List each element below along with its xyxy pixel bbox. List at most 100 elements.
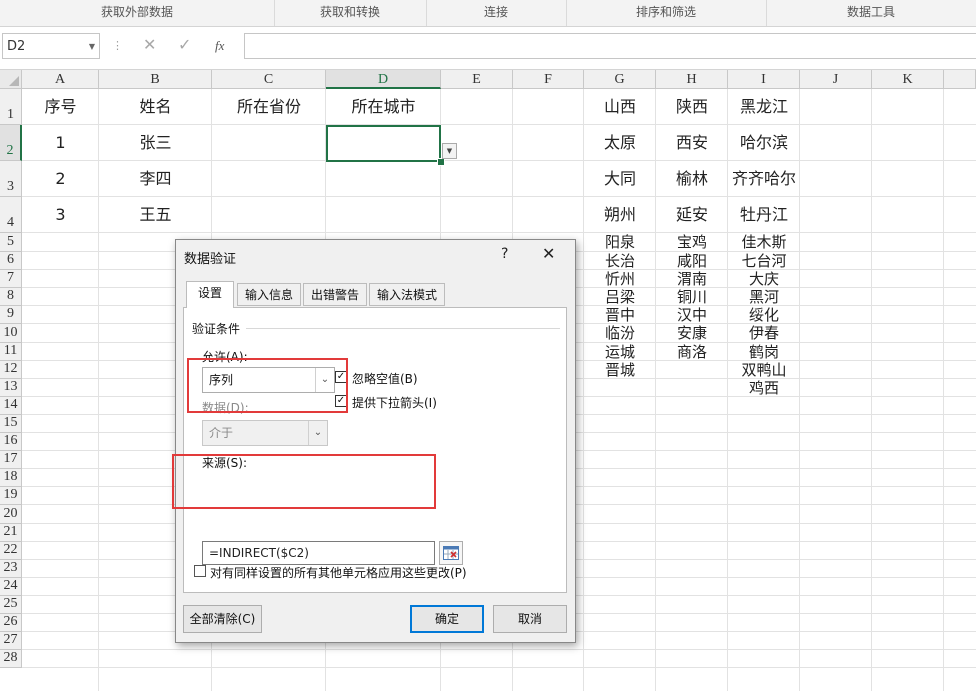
cell-i1[interactable]: 黑龙江 (728, 89, 800, 125)
chevron-down-icon[interactable]: ⌄ (315, 368, 334, 392)
row-header-18[interactable]: 18 (0, 469, 22, 487)
ribbon-group-data-tools[interactable]: 数据工具 (766, 0, 976, 26)
cell-h2[interactable]: 西安 (656, 125, 728, 161)
cell-h1[interactable]: 陕西 (656, 89, 728, 125)
cell-i3[interactable]: 齐齐哈尔 (728, 161, 800, 197)
cell-g4[interactable]: 朔州 (584, 197, 656, 233)
cell-g3[interactable]: 大同 (584, 161, 656, 197)
column-header-k[interactable]: K (872, 70, 944, 89)
cell-i8[interactable]: 黑河 (728, 288, 800, 306)
cell-i11[interactable]: 鹤岗 (728, 343, 800, 361)
tab-settings[interactable]: 设置 (186, 281, 234, 308)
fill-handle[interactable] (437, 158, 445, 166)
allow-select[interactable]: 序列 ⌄ (202, 367, 335, 393)
cell-c1[interactable]: 所在省份 (212, 89, 326, 125)
cell-h10[interactable]: 安康 (656, 324, 728, 343)
row-header-10[interactable]: 10 (0, 324, 22, 343)
cell-b4[interactable]: 王五 (99, 197, 212, 233)
row-header-12[interactable]: 12 (0, 361, 22, 379)
cell-g11[interactable]: 运城 (584, 343, 656, 361)
row-header-15[interactable]: 15 (0, 415, 22, 433)
column-header-d[interactable]: D (326, 70, 441, 89)
row-header-6[interactable]: 6 (0, 252, 22, 270)
row-header-7[interactable]: 7 (0, 270, 22, 288)
cell-a1[interactable]: 序号 (22, 89, 99, 125)
active-cell-d2[interactable] (326, 125, 441, 162)
cell-i6[interactable]: 七台河 (728, 252, 800, 270)
cell-g1[interactable]: 山西 (584, 89, 656, 125)
column-header-f[interactable]: F (513, 70, 584, 89)
cell-a3[interactable]: 2 (22, 161, 99, 197)
cell-g8[interactable]: 吕梁 (584, 288, 656, 306)
row-header-5[interactable]: 5 (0, 233, 22, 252)
clear-all-button[interactable]: 全部清除(C) (183, 605, 262, 633)
row-header-16[interactable]: 16 (0, 433, 22, 451)
cell-dropdown-arrow-icon[interactable]: ▼ (442, 143, 457, 159)
row-header-19[interactable]: 19 (0, 487, 22, 505)
row-header-1[interactable]: 1 (0, 89, 22, 125)
close-icon[interactable]: ✕ (542, 244, 555, 263)
cancel-icon[interactable]: ✕ (143, 35, 156, 54)
ribbon-group-connections[interactable]: 连接 (426, 0, 567, 26)
column-header-b[interactable]: B (99, 70, 212, 89)
cell-a2[interactable]: 1 (22, 125, 99, 161)
apply-all-label[interactable]: 对有同样设置的所有其他单元格应用这些更改(P) (210, 564, 467, 581)
row-header-25[interactable]: 25 (0, 596, 22, 614)
cell-b1[interactable]: 姓名 (99, 89, 212, 125)
row-header-24[interactable]: 24 (0, 578, 22, 596)
column-header-overflow[interactable] (944, 70, 976, 89)
ribbon-group-get-external-data[interactable]: 获取外部数据 (0, 0, 275, 26)
cell-b2[interactable]: 张三 (99, 125, 212, 161)
ribbon-group-get-transform[interactable]: 获取和转换 (274, 0, 427, 26)
formula-input[interactable] (244, 33, 976, 59)
apply-all-checkbox[interactable] (194, 565, 206, 577)
in-cell-dropdown-checkbox[interactable]: ✓ (335, 395, 347, 407)
column-header-g[interactable]: G (584, 70, 656, 89)
cell-g10[interactable]: 临汾 (584, 324, 656, 343)
cancel-button[interactable]: 取消 (493, 605, 567, 633)
chevron-down-icon[interactable]: ▼ (89, 34, 95, 60)
drag-handle-icon[interactable]: ⋮ (112, 39, 123, 52)
row-header-11[interactable]: 11 (0, 343, 22, 361)
row-header-17[interactable]: 17 (0, 451, 22, 469)
cell-b3[interactable]: 李四 (99, 161, 212, 197)
cell-h7[interactable]: 渭南 (656, 270, 728, 288)
cell-h8[interactable]: 铜川 (656, 288, 728, 306)
name-box[interactable]: D2 ▼ (2, 33, 100, 59)
row-header-3[interactable]: 3 (0, 161, 22, 197)
row-header-27[interactable]: 27 (0, 632, 22, 650)
cell-g6[interactable]: 长治 (584, 252, 656, 270)
row-header-22[interactable]: 22 (0, 542, 22, 560)
cell-h3[interactable]: 榆林 (656, 161, 728, 197)
collapse-dialog-button[interactable] (439, 541, 463, 565)
tab-error-alert[interactable]: 出错警告 (303, 283, 367, 306)
column-header-c[interactable]: C (212, 70, 326, 89)
row-header-4[interactable]: 4 (0, 197, 22, 233)
cell-h9[interactable]: 汉中 (656, 306, 728, 324)
tab-input-message[interactable]: 输入信息 (237, 283, 301, 306)
cell-g9[interactable]: 晋中 (584, 306, 656, 324)
cell-i10[interactable]: 伊春 (728, 324, 800, 343)
ok-button[interactable]: 确定 (410, 605, 484, 633)
row-header-26[interactable]: 26 (0, 614, 22, 632)
cell-i9[interactable]: 绥化 (728, 306, 800, 324)
row-header-20[interactable]: 20 (0, 505, 22, 524)
row-header-21[interactable]: 21 (0, 524, 22, 542)
cell-i4[interactable]: 牡丹江 (728, 197, 800, 233)
row-header-13[interactable]: 13 (0, 379, 22, 397)
cell-g5[interactable]: 阳泉 (584, 233, 656, 252)
cell-g2[interactable]: 太原 (584, 125, 656, 161)
row-header-28[interactable]: 28 (0, 650, 22, 668)
cell-h5[interactable]: 宝鸡 (656, 233, 728, 252)
row-header-9[interactable]: 9 (0, 306, 22, 324)
cell-a4[interactable]: 3 (22, 197, 99, 233)
tab-ime-mode[interactable]: 输入法模式 (369, 283, 445, 306)
ignore-blank-checkbox[interactable]: ✓ (335, 371, 347, 383)
cell-h6[interactable]: 咸阳 (656, 252, 728, 270)
column-header-j[interactable]: J (800, 70, 872, 89)
cell-i5[interactable]: 佳木斯 (728, 233, 800, 252)
cell-h4[interactable]: 延安 (656, 197, 728, 233)
column-header-h[interactable]: H (656, 70, 728, 89)
column-header-e[interactable]: E (441, 70, 513, 89)
select-all-corner[interactable] (0, 70, 22, 89)
